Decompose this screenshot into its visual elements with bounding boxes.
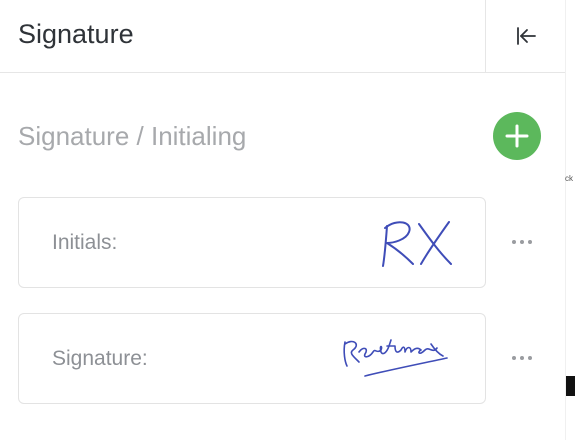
initials-card[interactable]: Initials: bbox=[18, 197, 486, 288]
dot bbox=[528, 356, 532, 360]
background-page-text-fragment: ck bbox=[565, 174, 573, 183]
background-page-edge bbox=[565, 0, 575, 440]
collapse-left-icon bbox=[516, 27, 536, 45]
background-page-dark-element bbox=[566, 376, 575, 396]
dot bbox=[512, 356, 516, 360]
initials-label: Initials: bbox=[52, 231, 118, 254]
collapse-panel-button[interactable] bbox=[486, 0, 565, 72]
signature-panel: Signature Signature / Initialing Initial… bbox=[0, 0, 565, 440]
dot bbox=[528, 240, 532, 244]
signature-more-button[interactable] bbox=[505, 348, 539, 368]
panel-header: Signature bbox=[0, 0, 565, 73]
plus-icon bbox=[505, 124, 529, 148]
dot bbox=[520, 240, 524, 244]
initials-more-button[interactable] bbox=[505, 232, 539, 252]
initials-image bbox=[382, 221, 452, 267]
signature-image bbox=[343, 339, 448, 377]
panel-title: Signature bbox=[18, 19, 134, 49]
add-signature-button[interactable] bbox=[493, 112, 541, 160]
dot bbox=[520, 356, 524, 360]
section-title: Signature / Initialing bbox=[18, 121, 247, 151]
signature-label: Signature: bbox=[52, 347, 148, 370]
signature-card[interactable]: Signature: bbox=[18, 313, 486, 404]
dot bbox=[512, 240, 516, 244]
